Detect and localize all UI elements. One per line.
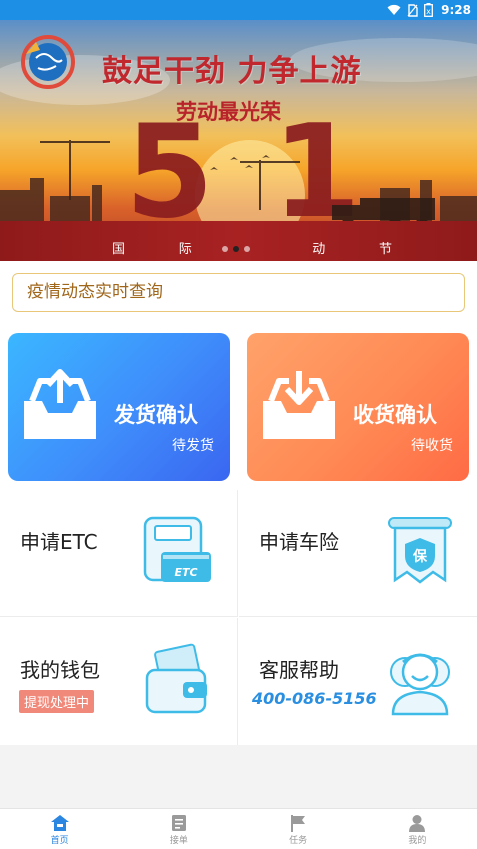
app-root: x 9:28 5 1 鼓足干劲 力争上游 劳动最光荣 国 际 动 节 疫情动态实… — [0, 0, 477, 849]
receive-confirm-subtitle: 待收货 — [411, 438, 453, 454]
carousel-dot[interactable] — [222, 246, 228, 252]
nav-orders-label: 接单 — [169, 836, 188, 846]
bottom-nav: 首页 接单 任务 我的 — [0, 808, 477, 849]
insurance-icon-text: 保 — [412, 548, 428, 565]
apply-etc-label: 申请ETC — [20, 530, 98, 554]
nav-tasks[interactable]: 任务 — [239, 809, 358, 849]
banner-subtitle: 劳动最光荣 — [176, 100, 281, 124]
epidemic-query-notice[interactable]: 疫情动态实时查询 — [12, 273, 465, 312]
ship-confirm-title: 发货确认 — [114, 403, 198, 427]
etc-device-icon: ETC — [143, 516, 211, 582]
customer-service-icon — [390, 653, 450, 716]
customer-support-label: 客服帮助 — [259, 658, 339, 682]
wallet-icon — [145, 643, 207, 714]
carousel-dot-active[interactable] — [233, 246, 239, 252]
my-wallet-tile[interactable]: 我的钱包 提现处理中 — [0, 618, 238, 745]
ship-confirm-card[interactable]: 发货确认 待发货 — [8, 333, 230, 481]
ship-confirm-subtitle: 待发货 — [172, 438, 214, 454]
receive-confirm-card[interactable]: 收货确认 待收货 — [247, 333, 469, 481]
status-icons: x 9:28 — [387, 2, 471, 18]
banner-footer-text: 国 际 劳 动 节 — [112, 238, 392, 257]
download-tray-icon — [263, 371, 335, 439]
banner-footer-char: 际 — [178, 242, 192, 257]
banner-footer-char: 节 — [378, 242, 392, 257]
globe-logo-icon — [21, 35, 75, 89]
banner-footer-char: 动 — [312, 242, 326, 257]
notice-section: 疫情动态实时查询 — [0, 261, 477, 324]
banner-footer-char: 国 — [112, 242, 126, 257]
no-sim-icon — [407, 3, 418, 17]
nav-tasks-label: 任务 — [289, 836, 308, 846]
nav-orders[interactable]: 接单 — [119, 809, 238, 849]
support-phone-number[interactable]: 400-086-5156 — [252, 689, 377, 708]
service-grid: 申请ETC ETC 申请车险 保 我的钱包 提现处理中 客服帮助 400-086… — [0, 490, 477, 745]
flag-icon — [291, 815, 306, 832]
status-bar: x 9:28 — [0, 0, 477, 20]
wifi-icon — [387, 4, 401, 15]
carousel-indicator[interactable] — [222, 246, 250, 252]
status-time: 9:28 — [441, 3, 471, 17]
carousel-dot[interactable] — [244, 246, 250, 252]
insurance-scroll-icon: 保 — [388, 517, 452, 584]
upload-tray-icon — [24, 369, 96, 439]
customer-support-tile[interactable]: 客服帮助 400-086-5156 — [239, 618, 477, 745]
nav-home[interactable]: 首页 — [0, 809, 119, 849]
svg-text:x: x — [426, 7, 431, 16]
apply-insurance-tile[interactable]: 申请车险 保 — [239, 490, 477, 617]
action-cards: 发货确认 待发货 收货确认 待收货 — [0, 324, 477, 490]
receive-confirm-title: 收货确认 — [353, 403, 437, 427]
nav-home-label: 首页 — [50, 836, 69, 846]
home-icon — [50, 815, 69, 831]
document-icon — [171, 815, 186, 831]
etc-icon-text: ETC — [174, 566, 197, 579]
battery-icon: x — [424, 3, 434, 17]
my-wallet-label: 我的钱包 — [20, 658, 100, 682]
banner-title: 鼓足干劲 力争上游 — [102, 54, 362, 89]
user-icon — [409, 815, 426, 832]
apply-etc-tile[interactable]: 申请ETC ETC — [0, 490, 238, 617]
nav-profile-label: 我的 — [408, 836, 427, 846]
promo-banner[interactable]: 5 1 鼓足干劲 力争上游 劳动最光荣 国 际 动 节 — [0, 20, 477, 261]
apply-insurance-label: 申请车险 — [259, 530, 339, 554]
withdraw-status-badge: 提现处理中 — [19, 690, 95, 713]
nav-profile[interactable]: 我的 — [358, 809, 477, 849]
